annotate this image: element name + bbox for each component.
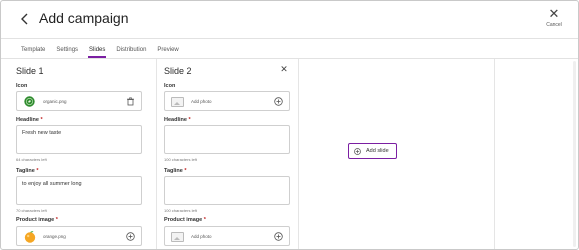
page-title: Add campaign [39, 10, 129, 26]
icon-add-photo: Add photo [191, 99, 212, 104]
icon-file-name: organic.png [43, 99, 67, 104]
tagline-char-count: 100 characters left [164, 208, 197, 213]
add-circle-icon [354, 148, 361, 155]
add-circle-icon[interactable] [274, 232, 283, 241]
tagline-label: Tagline * [164, 168, 187, 174]
empty-column [494, 59, 578, 249]
icon-file-field[interactable]: organic.png [16, 91, 142, 111]
product-image-field[interactable]: orange.png [16, 226, 142, 246]
tab-bar: Template Settings Slides Distribution Pr… [21, 46, 190, 58]
tagline-value: to enjoy all summer long [22, 181, 82, 187]
tab-distribution[interactable]: Distribution [116, 46, 146, 58]
close-slide-icon[interactable]: ✕ [279, 64, 289, 74]
tab-preview[interactable]: Preview [157, 46, 178, 58]
headline-value: Fresh new taste [22, 130, 62, 136]
tagline-label: Tagline * [16, 168, 39, 174]
cancel-button[interactable]: ✕ Cancel [539, 6, 569, 29]
product-image-label: Product image * [164, 217, 206, 223]
scrollbar[interactable] [573, 61, 576, 247]
add-circle-icon[interactable] [274, 97, 283, 106]
icon-label: Icon [16, 83, 28, 89]
product-add-photo: Add photo [191, 234, 212, 239]
photo-placeholder-icon [171, 232, 184, 242]
headline-char-count: 64 characters left [16, 157, 47, 162]
header: Add campaign ✕ Cancel [1, 1, 578, 39]
add-slide-button[interactable]: Add slide [348, 143, 397, 159]
organic-logo-icon [24, 96, 35, 107]
add-campaign-dialog: Add campaign ✕ Cancel Template Settings … [0, 0, 579, 250]
cancel-label: Cancel [546, 22, 562, 28]
slide-1-panel: Slide 1 Icon organic.png Headline * Fres… [1, 59, 152, 249]
tagline-input[interactable] [164, 176, 290, 205]
slide-title: Slide 1 [16, 66, 44, 76]
close-icon: ✕ [548, 6, 560, 21]
tab-slides[interactable]: Slides [88, 46, 107, 58]
add-slide-label: Add slide [366, 148, 389, 154]
headline-input[interactable]: Fresh new taste [16, 125, 142, 154]
headline-char-count: 100 characters left [164, 157, 197, 162]
headline-label: Headline * [16, 117, 43, 123]
back-arrow-icon[interactable] [20, 11, 32, 27]
slide-2-panel: Slide 2 ✕ Icon Add photo Headline * 100 … [156, 59, 299, 249]
product-image-label: Product image * [16, 217, 58, 223]
product-image-field[interactable]: Add photo [164, 226, 290, 246]
trash-icon[interactable] [126, 97, 135, 106]
add-circle-icon[interactable] [126, 232, 135, 241]
orange-thumbnail-icon [24, 231, 36, 243]
icon-label: Icon [164, 83, 176, 89]
photo-placeholder-icon [171, 97, 184, 107]
tagline-input[interactable]: to enjoy all summer long [16, 176, 142, 205]
tagline-char-count: 70 characters left [16, 208, 47, 213]
product-file-name: orange.png [43, 234, 66, 239]
slide-title: Slide 2 [164, 66, 192, 76]
add-slide-area: Add slide [300, 59, 494, 249]
headline-input[interactable] [164, 125, 290, 154]
icon-file-field[interactable]: Add photo [164, 91, 290, 111]
tab-template[interactable]: Template [21, 46, 45, 58]
headline-label: Headline * [164, 117, 191, 123]
tab-settings[interactable]: Settings [56, 46, 78, 58]
